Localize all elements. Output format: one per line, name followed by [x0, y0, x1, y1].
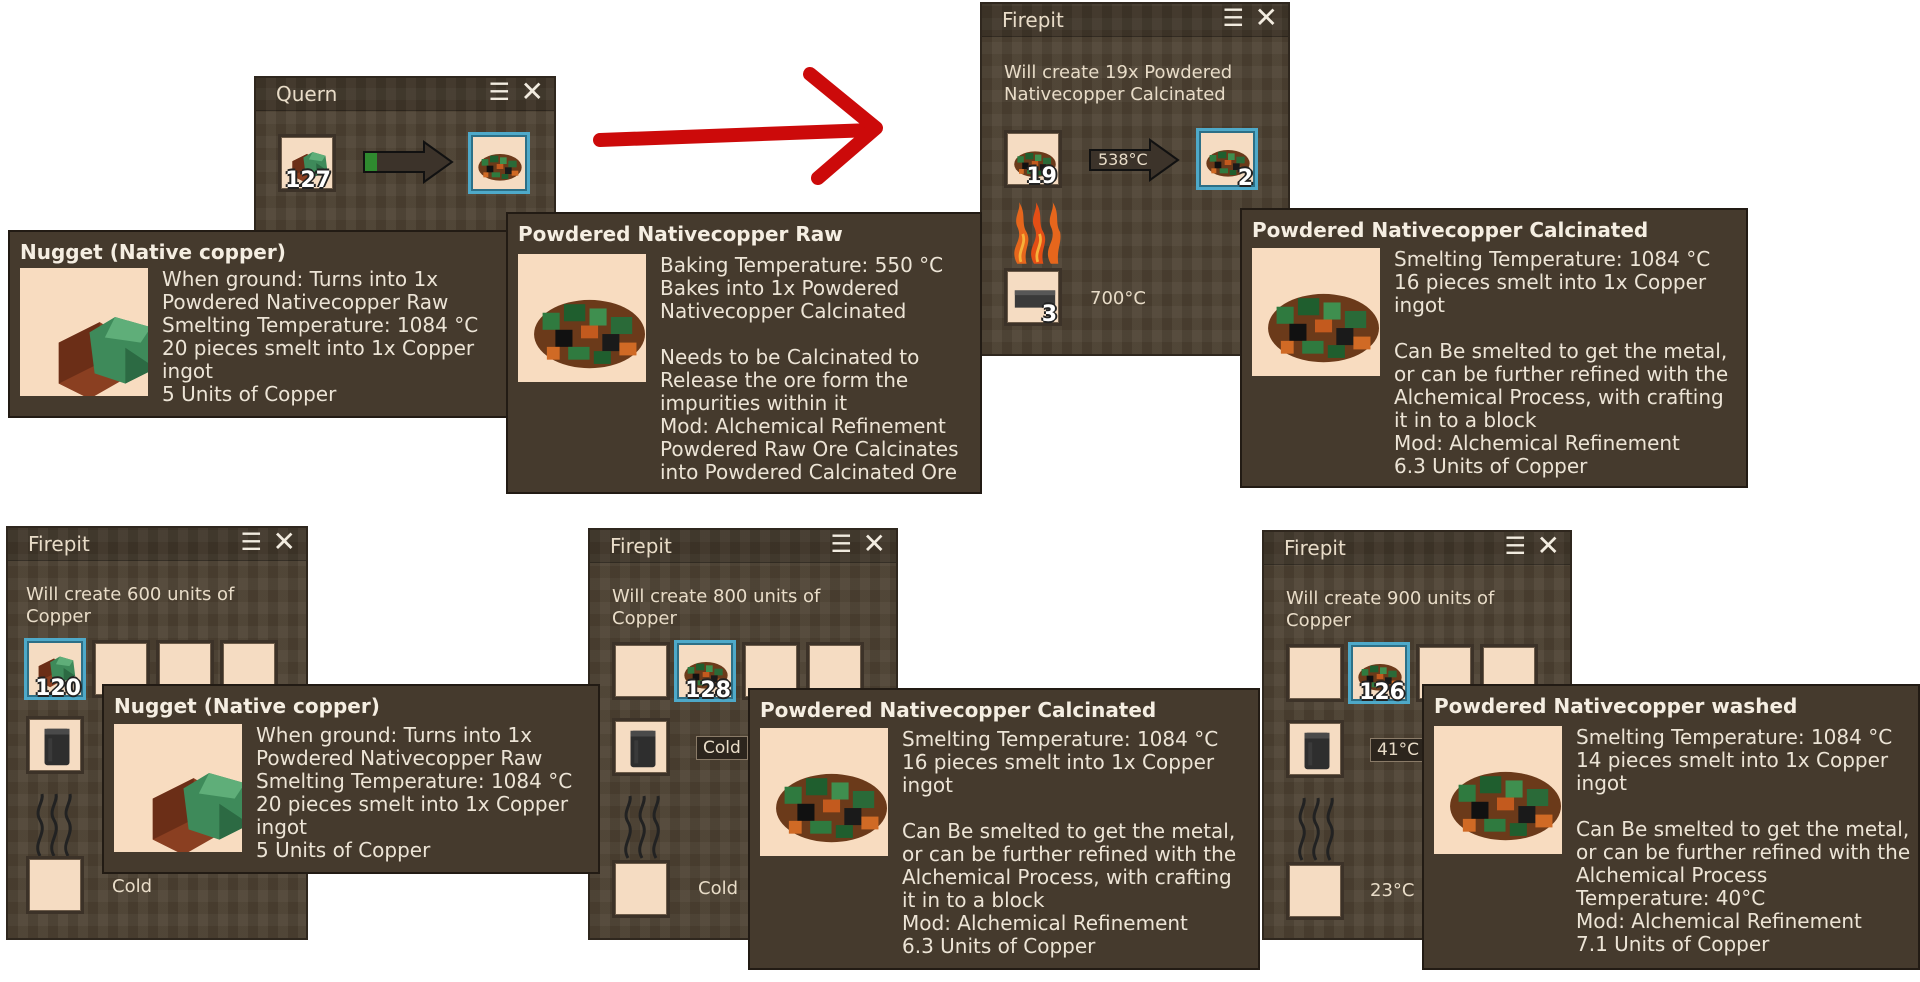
- menu-icon[interactable]: ☰: [240, 530, 262, 554]
- fire-icon: [1006, 200, 1062, 266]
- quern-output-slot[interactable]: [468, 132, 530, 194]
- smoke-icon: [30, 790, 80, 860]
- firepit-titlebar[interactable]: Firepit ☰ ✕: [8, 528, 306, 561]
- crucible-slot[interactable]: [26, 716, 84, 774]
- close-icon[interactable]: ✕: [521, 78, 544, 106]
- tooltip-title: Powdered Nativecopper Raw: [518, 222, 843, 246]
- copper-powder-icon: [1434, 726, 1562, 854]
- smoke-icon: [1292, 794, 1342, 864]
- tooltip-title: Nugget (Native copper): [114, 694, 380, 718]
- copper-nugget-icon: [20, 268, 148, 396]
- crucible-icon: [1293, 727, 1341, 775]
- menu-icon[interactable]: ☰: [1504, 534, 1526, 558]
- firepit-input-slot[interactable]: 120: [24, 638, 86, 701]
- tooltip-lines: Smelting Temperature: 1084 °C 16 pieces s…: [902, 727, 1237, 958]
- window-title: Firepit: [1284, 536, 1346, 560]
- firepit-status: Will create 800 units of Copper: [612, 586, 821, 629]
- crucible-slot[interactable]: [612, 718, 670, 776]
- close-icon[interactable]: ✕: [273, 528, 296, 556]
- tooltip-title: Powdered Nativecopper Calcinated: [1252, 218, 1649, 242]
- tooltip-washed: Powdered Nativecopper washed Smelting Te…: [1422, 684, 1920, 970]
- copper-nugget-icon: [114, 724, 242, 852]
- tooltip-lines: When ground: Turns into 1x Powdered Nativ…: [256, 723, 573, 862]
- window-title: Firepit: [28, 532, 90, 556]
- cook-temperature: Cold: [696, 736, 748, 760]
- tooltip-powdered-raw: Powdered Nativecopper Raw Baking Tempera…: [506, 212, 982, 494]
- tooltip-lines: When ground: Turns into 1x Powdered Nativ…: [162, 267, 479, 406]
- crucible-icon: [33, 723, 81, 771]
- firepit-status: Will create 600 units of Copper: [26, 584, 235, 627]
- tooltip-lines: Baking Temperature: 550 °C Bakes into 1x …: [660, 253, 959, 484]
- tooltip-item-image: [20, 268, 148, 396]
- tooltip-calcinated-2: Powdered Nativecopper Calcinated Smeltin…: [748, 688, 1260, 970]
- fuel-slot[interactable]: [1286, 862, 1344, 920]
- window-title: Firepit: [1002, 8, 1064, 32]
- tooltip-title: Powdered Nativecopper Calcinated: [760, 698, 1157, 722]
- item-count: 127: [285, 168, 331, 193]
- tooltip-title: Nugget (Native copper): [20, 240, 286, 264]
- quern-titlebar[interactable]: Quern ☰ ✕: [256, 78, 554, 111]
- firepit-titlebar[interactable]: Firepit ☰ ✕: [982, 4, 1288, 37]
- tooltip-nugget-2: Nugget (Native copper) When ground: Turn…: [102, 684, 600, 874]
- firepit-status: Will create 900 units of Copper: [1286, 588, 1495, 631]
- copper-powder-icon: [760, 728, 888, 856]
- window-title: Firepit: [610, 534, 672, 558]
- copper-powder-icon: [475, 139, 525, 189]
- window-title: Quern: [276, 82, 338, 106]
- firepit-input-slot[interactable]: [1286, 644, 1344, 702]
- tooltip-item-image: [114, 724, 242, 852]
- progress-arrow-icon: [363, 140, 454, 184]
- firepit-titlebar[interactable]: Firepit ☰ ✕: [590, 530, 896, 563]
- fuel-slot[interactable]: [612, 860, 670, 918]
- copper-powder-icon: [1252, 248, 1380, 376]
- tooltip-lines: Smelting Temperature: 1084 °C 14 pieces s…: [1576, 725, 1911, 956]
- menu-icon[interactable]: ☰: [488, 80, 510, 104]
- item-count: 120: [35, 676, 81, 701]
- item-count: 3: [1041, 302, 1057, 327]
- item-count: 19: [1026, 164, 1057, 189]
- fuel-temperature: 23°C: [1370, 880, 1415, 901]
- tooltip-item-image: [518, 254, 646, 382]
- tooltip-item-image: [1434, 726, 1562, 854]
- smoke-icon: [618, 792, 668, 862]
- menu-icon[interactable]: ☰: [830, 532, 852, 556]
- cook-temperature: 41°C: [1370, 738, 1427, 762]
- firepit-input-slot[interactable]: 128: [674, 640, 736, 703]
- fuel-temperature: 700°C: [1090, 288, 1146, 309]
- tooltip-calcinated: Powdered Nativecopper Calcinated Smeltin…: [1240, 208, 1748, 488]
- item-count: 126: [1359, 680, 1405, 705]
- tooltip-lines: Smelting Temperature: 1084 °C 16 pieces s…: [1394, 247, 1729, 478]
- tooltip-title: Powdered Nativecopper washed: [1434, 694, 1798, 718]
- menu-icon[interactable]: ☰: [1222, 6, 1244, 30]
- tooltip-item-image: [1252, 248, 1380, 376]
- close-icon[interactable]: ✕: [1255, 4, 1278, 32]
- tooltip-nugget: Nugget (Native copper) When ground: Turn…: [8, 230, 510, 418]
- firepit-input-slot[interactable]: 126: [1348, 642, 1410, 705]
- item-count: 2: [1237, 166, 1253, 191]
- crucible-slot[interactable]: [1286, 720, 1344, 778]
- firepit-output-slot[interactable]: 2: [1196, 128, 1258, 191]
- tooltip-item-image: [760, 728, 888, 856]
- copper-powder-icon: [518, 254, 646, 382]
- close-icon[interactable]: ✕: [1537, 532, 1560, 560]
- fuel-temperature: Cold: [112, 876, 153, 897]
- item-count: 128: [685, 678, 731, 703]
- firepit-status: Will create 19x Powdered Nativecopper Cal…: [1004, 62, 1233, 105]
- quern-window: Quern ☰ ✕ 127: [254, 76, 556, 234]
- cook-temperature: 538°C: [1098, 150, 1148, 169]
- fuel-slot[interactable]: [26, 856, 84, 914]
- flow-arrow-icon: [593, 67, 883, 185]
- firepit-titlebar[interactable]: Firepit ☰ ✕: [1264, 532, 1570, 565]
- fuel-temperature: Cold: [698, 878, 739, 899]
- quern-input-slot[interactable]: 127: [278, 134, 336, 193]
- fuel-slot[interactable]: 3: [1004, 268, 1062, 327]
- firepit-input-slot[interactable]: [612, 642, 670, 700]
- crucible-icon: [619, 725, 667, 773]
- firepit-input-slot[interactable]: 19: [1004, 130, 1062, 189]
- close-icon[interactable]: ✕: [863, 530, 886, 558]
